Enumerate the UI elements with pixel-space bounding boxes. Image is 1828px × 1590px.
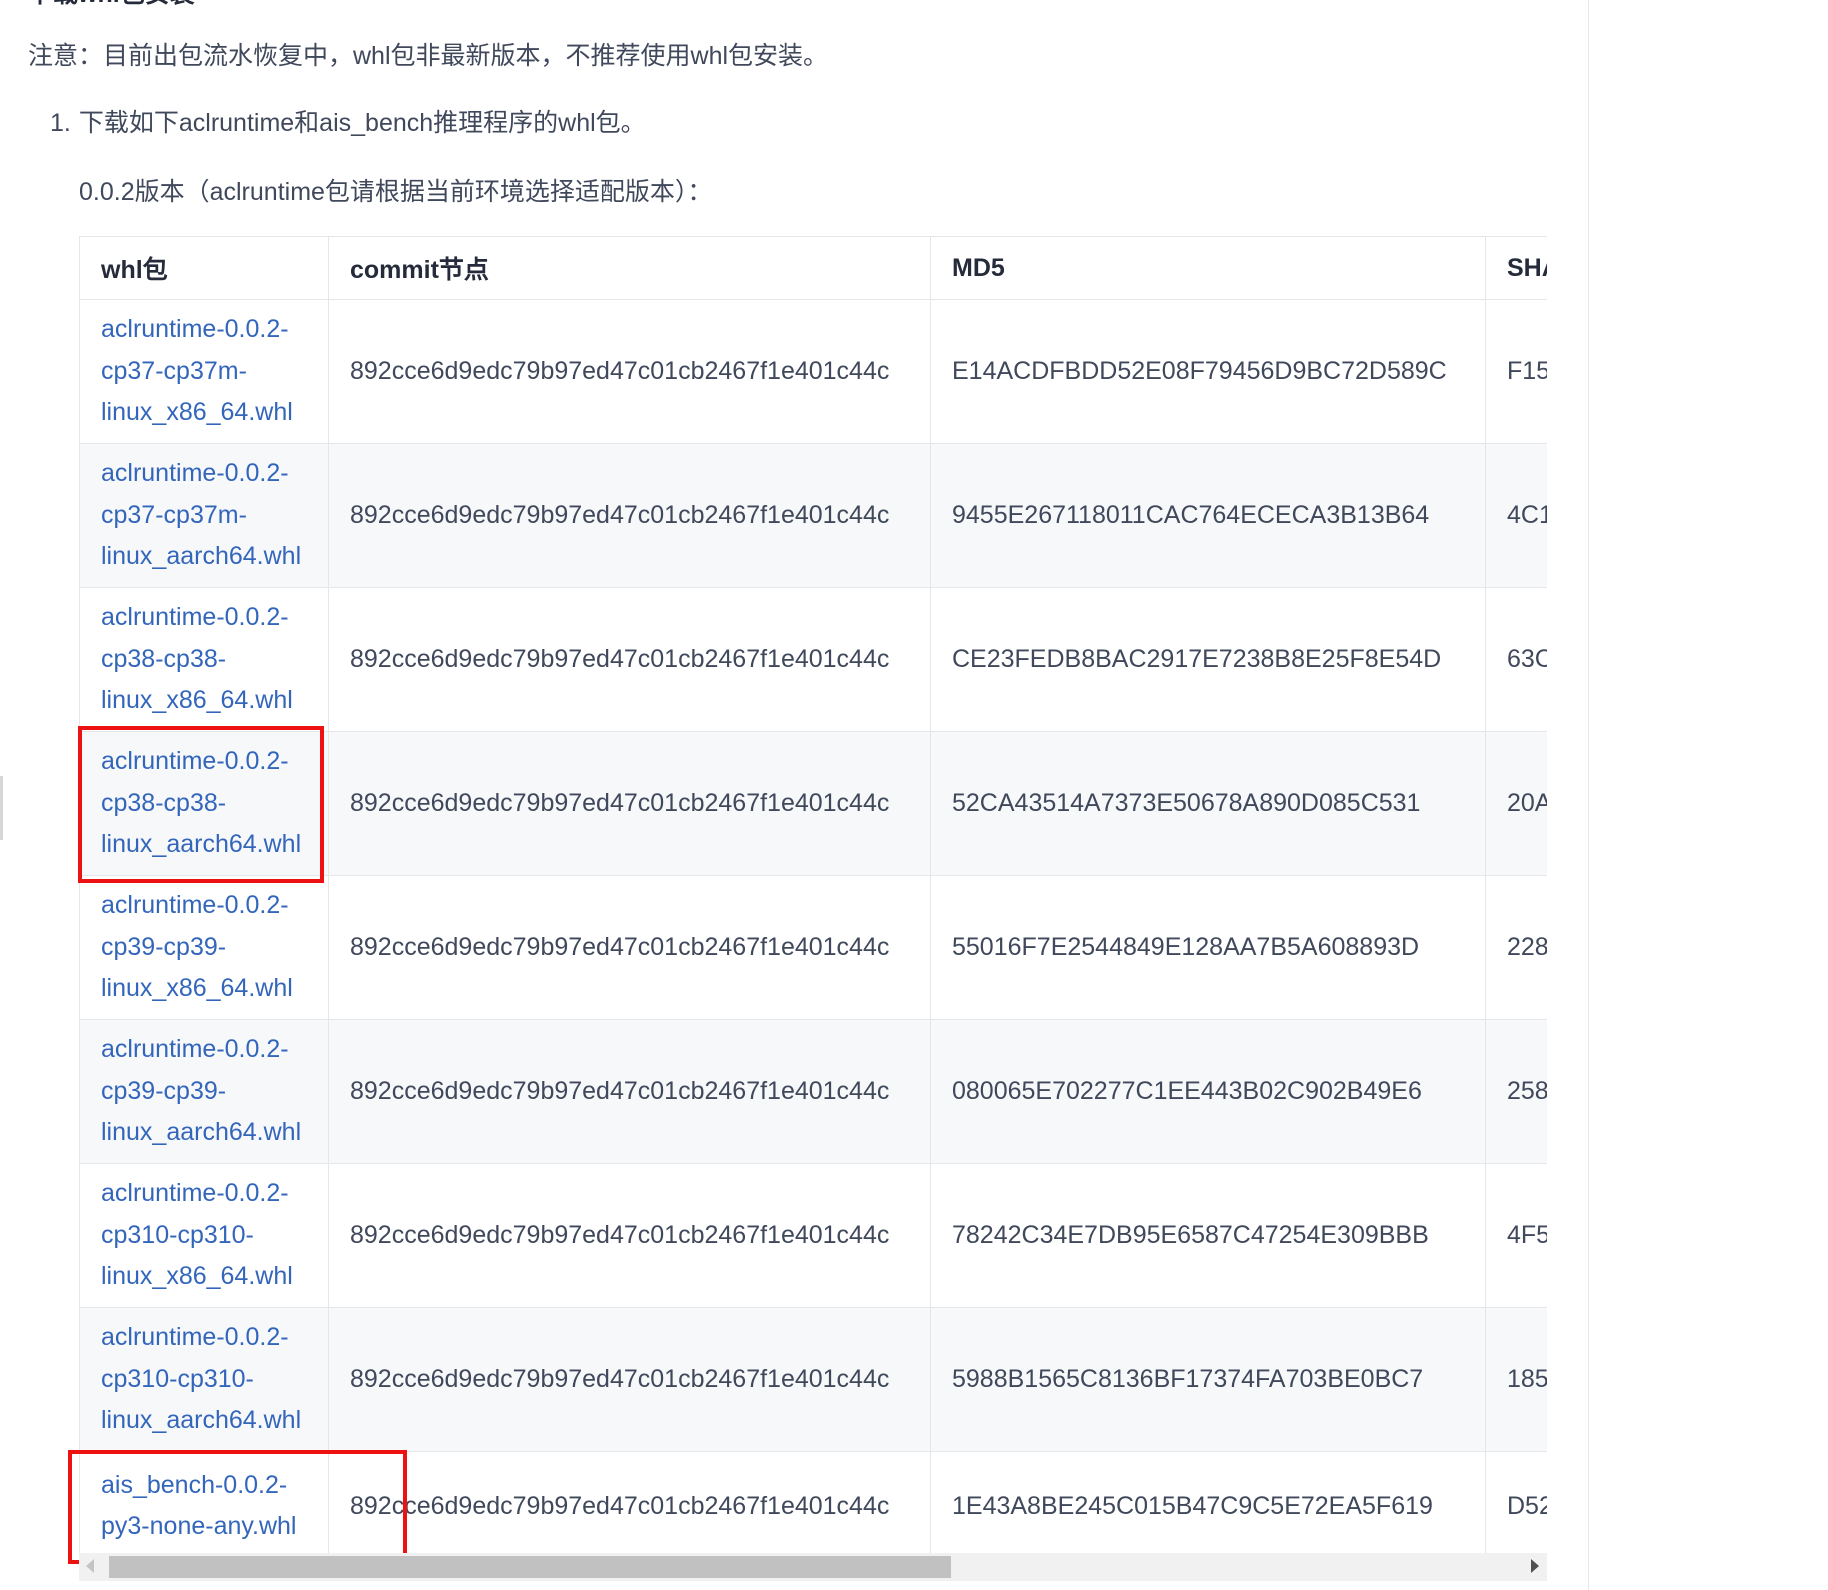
scroll-right-arrow-icon[interactable] [1531, 1559, 1539, 1573]
table-horizontal-scrollbar[interactable] [79, 1553, 1547, 1581]
whl-link-line: linux_x86_64.whl [101, 974, 293, 1003]
cell-sha: 20A [1485, 731, 1547, 876]
cell-sha: 4C1 [1485, 443, 1547, 588]
whl-link-line: linux_x86_64.whl [101, 398, 293, 427]
cell-commit: 892cce6d9edc79b97ed47c01cb2467f1e401c44c [328, 587, 931, 732]
whl-download-link[interactable]: aclruntime-0.0.2- cp37-cp37m-linux_aarch6… [101, 459, 301, 570]
cell-sha: 185 [1485, 1307, 1547, 1452]
whl-link-line: linux_aarch64.whl [101, 542, 302, 571]
whl-link-line: cp38-cp38- [101, 644, 227, 673]
cell-md5: 9455E267118011CAC764ECECA3B13B64 [930, 443, 1486, 588]
cell-whl: aclruntime-0.0.2- cp38-cp38- linux_x86_64.… [79, 587, 329, 732]
step-1: 1. 下载如下aclruntime和ais_bench推理程序的whl包。 [50, 103, 646, 139]
cell-commit: 892cce6d9edc79b97ed47c01cb2467f1e401c44c [328, 875, 931, 1020]
whl-link-line: aclruntime-0.0.2- [101, 1323, 289, 1352]
whl-download-link[interactable]: aclruntime-0.0.2- cp310-cp310- linux_x86_6… [101, 1179, 293, 1290]
whl-link-line: cp37-cp37m- [101, 356, 247, 385]
cell-sha: 4F5 [1485, 1163, 1547, 1308]
header-commit: commit节点 [328, 236, 931, 300]
version-note: 0.0.2版本（aclruntime包请根据当前环境选择适配版本）： [79, 178, 713, 206]
notice-text: 注意：目前出包流水恢复中，whl包非最新版本，不推荐使用whl包安装。 [28, 42, 829, 70]
table-row: aclruntime-0.0.2- cp39-cp39- linux_aarch64… [79, 1019, 1547, 1164]
content-right-divider [1588, 0, 1589, 1590]
whl-link-line: linux_x86_64.whl [101, 686, 293, 715]
cell-whl: aclruntime-0.0.2- cp310-cp310- linux_aarch… [79, 1307, 329, 1452]
whl-link-line: cp39-cp39- [101, 1076, 227, 1105]
whl-download-link[interactable]: aclruntime-0.0.2- cp37-cp37m-linux_x86_64… [101, 315, 293, 426]
cell-commit: 892cce6d9edc79b97ed47c01cb2467f1e401c44c [328, 1307, 931, 1452]
whl-link-line: cp39-cp39- [101, 932, 227, 961]
cell-sha: F15 [1485, 299, 1547, 444]
cell-sha: 258 [1485, 1019, 1547, 1164]
scroll-left-arrow-icon[interactable] [86, 1559, 94, 1573]
cell-whl: aclruntime-0.0.2- cp39-cp39- linux_x86_64.… [79, 875, 329, 1020]
table-row: aclruntime-0.0.2- cp310-cp310- linux_x86_6… [79, 1163, 1547, 1308]
cell-commit: 892cce6d9edc79b97ed47c01cb2467f1e401c44c [328, 1019, 931, 1164]
table-header-row: whl包 commit节点 MD5 SHA [79, 236, 1547, 300]
whl-link-line: aclruntime-0.0.2- [101, 459, 289, 488]
cell-whl: aclruntime-0.0.2- cp37-cp37m-linux_x86_64… [79, 299, 329, 444]
whl-table: whl包 commit节点 MD5 SHA aclruntime-0.0.2- c… [79, 236, 1547, 1561]
cell-commit: 892cce6d9edc79b97ed47c01cb2467f1e401c44c [328, 1163, 931, 1308]
cell-sha: 63C [1485, 587, 1547, 732]
whl-link-line: linux_x86_64.whl [101, 1262, 293, 1291]
table-row: aclruntime-0.0.2- cp37-cp37m-linux_x86_64… [79, 299, 1547, 444]
whl-download-link[interactable]: aclruntime-0.0.2- cp39-cp39- linux_x86_64.… [101, 891, 293, 1002]
whl-link-line: aclruntime-0.0.2- [101, 603, 289, 632]
whl-download-link[interactable]: aclruntime-0.0.2- cp310-cp310- linux_aarch… [101, 1323, 301, 1434]
table-row: aclruntime-0.0.2- cp310-cp310- linux_aarch… [79, 1307, 1547, 1452]
cell-md5: 080065E702277C1EE443B02C902B49E6 [930, 1019, 1486, 1164]
scroll-thumb[interactable] [109, 1556, 951, 1578]
whl-link-line: aclruntime-0.0.2- [101, 1179, 289, 1208]
cell-md5: 55016F7E2544849E128AA7B5A608893D [930, 875, 1486, 1020]
cell-md5: E14ACDFBDD52E08F79456D9BC72D589C [930, 299, 1486, 444]
cell-md5: 5988B1565C8136BF17374FA703BE0BC7 [930, 1307, 1486, 1452]
whl-table-container: whl包 commit节点 MD5 SHA aclruntime-0.0.2- c… [79, 236, 1547, 1581]
table-row: aclruntime-0.0.2- cp37-cp37m-linux_aarch6… [79, 443, 1547, 588]
whl-download-link[interactable]: aclruntime-0.0.2- cp38-cp38- linux_x86_64.… [101, 603, 293, 714]
header-sha: SHA [1485, 236, 1547, 300]
cell-commit: 892cce6d9edc79b97ed47c01cb2467f1e401c44c [328, 443, 931, 588]
whl-link-line: aclruntime-0.0.2- [101, 891, 289, 920]
step-number: 1. [50, 109, 71, 137]
highlight-box-ais-bench [68, 1450, 407, 1564]
whl-link-line: cp310-cp310- [101, 1220, 254, 1249]
header-whl: whl包 [79, 236, 329, 300]
whl-link-line: aclruntime-0.0.2- [101, 315, 289, 344]
cell-md5: 52CA43514A7373E50678A890D085C531 [930, 731, 1486, 876]
whl-link-line: cp310-cp310- [101, 1364, 254, 1393]
cell-md5: CE23FEDB8BAC2917E7238B8E25F8E54D [930, 587, 1486, 732]
whl-link-line: cp37-cp37m- [101, 500, 247, 529]
cell-sha: 228 [1485, 875, 1547, 1020]
cell-whl: aclruntime-0.0.2- cp39-cp39- linux_aarch64… [79, 1019, 329, 1164]
cell-md5: 1E43A8BE245C015B47C9C5E72EA5F619 [930, 1451, 1486, 1561]
whl-link-line: aclruntime-0.0.2- [101, 1035, 289, 1064]
cell-whl: aclruntime-0.0.2- cp310-cp310- linux_x86_6… [79, 1163, 329, 1308]
cell-whl: aclruntime-0.0.2- cp37-cp37m-linux_aarch6… [79, 443, 329, 588]
section-heading: 下载whl包安装 [28, 0, 195, 10]
table-row: aclruntime-0.0.2- cp38-cp38- linux_x86_64.… [79, 587, 1547, 732]
highlight-box-aarch64-cp38 [78, 726, 324, 883]
cell-commit: 892cce6d9edc79b97ed47c01cb2467f1e401c44c [328, 299, 931, 444]
header-md5: MD5 [930, 236, 1486, 300]
cell-commit: 892cce6d9edc79b97ed47c01cb2467f1e401c44c [328, 1451, 931, 1561]
side-panel-handle[interactable] [0, 776, 3, 840]
cell-md5: 78242C34E7DB95E6587C47254E309BBB [930, 1163, 1486, 1308]
whl-link-line: linux_aarch64.whl [101, 1406, 302, 1435]
cell-sha: D52 [1485, 1451, 1547, 1561]
whl-download-link[interactable]: aclruntime-0.0.2- cp39-cp39- linux_aarch64… [101, 1035, 301, 1146]
step-text: 下载如下aclruntime和ais_bench推理程序的whl包。 [78, 109, 646, 137]
whl-link-line: linux_aarch64.whl [101, 1118, 302, 1147]
cell-commit: 892cce6d9edc79b97ed47c01cb2467f1e401c44c [328, 731, 931, 876]
table-row: aclruntime-0.0.2- cp39-cp39- linux_x86_64.… [79, 875, 1547, 1020]
